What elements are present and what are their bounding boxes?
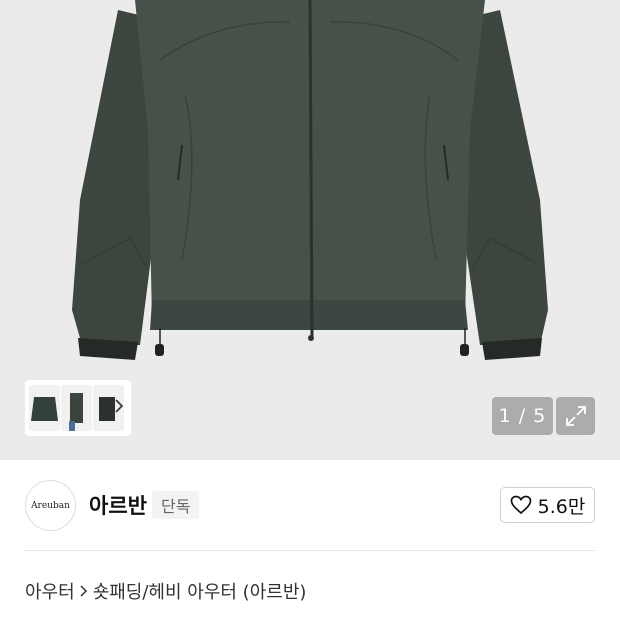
breadcrumb: 아우터 숏패딩/헤비 아우터 (아르반) [25,578,306,604]
breadcrumb-item-category[interactable]: 숏패딩/헤비 아우터 (아르반) [93,578,307,604]
brand-name[interactable]: 아르반 [89,490,147,520]
brand-logo[interactable]: Areuban [25,480,76,531]
chevron-right-icon [75,584,93,598]
thumbnail-1[interactable] [29,385,60,431]
exclusive-badge: 단독 [152,491,200,519]
expand-button[interactable] [556,397,595,435]
image-counter: 1 / 5 [492,397,553,435]
thumbnail-strip[interactable] [25,380,131,436]
heart-icon [510,495,531,515]
brand-logo-text: Areuban [31,500,70,511]
product-image-gallery[interactable]: 1 / 5 [0,0,620,460]
thumbnail-2[interactable] [61,385,92,431]
like-count: 5.6만 [537,495,586,518]
breadcrumb-item-outer[interactable]: 아우터 [25,578,75,604]
brand-row: Areuban 아르반 단독 5.6만 [0,460,620,550]
divider [25,550,595,551]
chevron-right-icon[interactable] [111,396,127,416]
like-button[interactable]: 5.6만 [500,487,595,523]
expand-icon [565,406,586,426]
